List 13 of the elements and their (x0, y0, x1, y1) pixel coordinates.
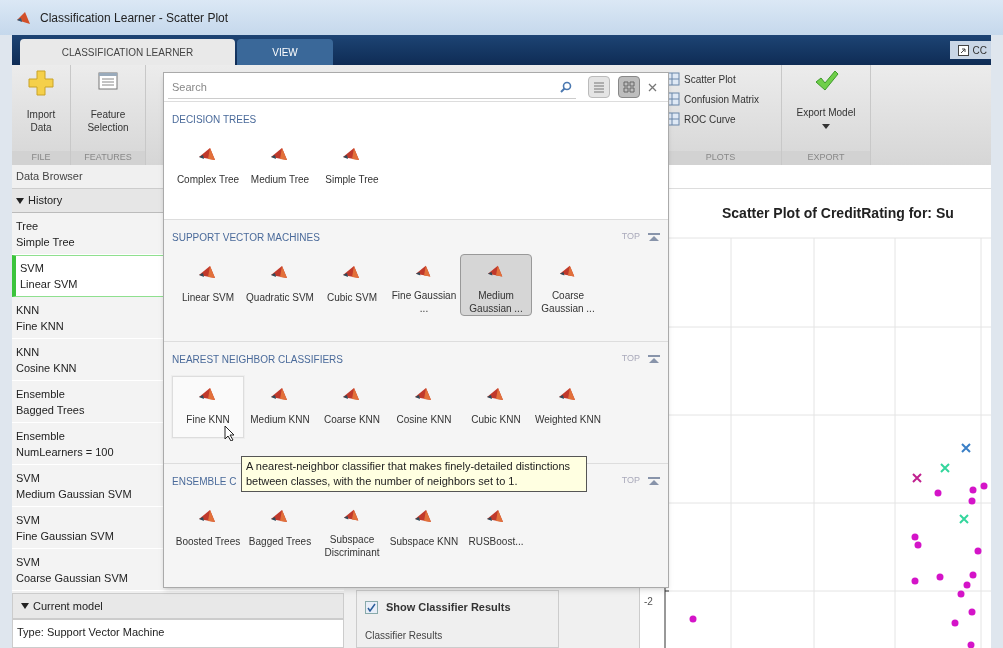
model-info-text: Type: Support Vector Machine (17, 625, 166, 640)
section-title: NEAREST NEIGHBOR CLASSIFIERS (172, 352, 343, 367)
section-title: ENSEMBLE C (172, 474, 237, 489)
plot-title: Scatter Plot of CreditRating for: Su (722, 203, 954, 223)
ribbon-group-label: FILE (12, 151, 70, 165)
ribbon-group-label: FEATURES (71, 151, 145, 165)
section-title: DECISION TREES (172, 112, 257, 127)
group-label: Classifier Results (364, 628, 444, 643)
window-title: Classification Learner - Scatter Plot (40, 9, 229, 27)
ribbon-group-label: EXPORT (782, 151, 870, 165)
tooltip: A nearest-neighbor classifier that makes finely-detailed distinctions between classes, with the number of neighbors set to 1. (241, 456, 587, 492)
section-title: SUPPORT VECTOR MACHINES (172, 230, 320, 245)
tick-label: -2 (644, 596, 653, 607)
